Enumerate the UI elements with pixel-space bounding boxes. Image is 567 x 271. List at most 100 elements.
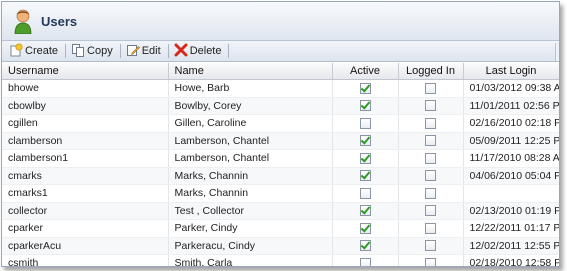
logged-in-checkbox[interactable] [425, 257, 436, 266]
logged-in-cell [398, 167, 464, 185]
name-cell: Howe, Barb [168, 79, 333, 98]
column-header-username[interactable]: Username [2, 63, 169, 80]
toolbar: Create Copy Edit Delete [2, 41, 559, 62]
active-checkbox[interactable] [359, 170, 371, 182]
edit-icon [126, 43, 140, 60]
logged-in-checkbox[interactable] [425, 222, 436, 234]
active-checkbox[interactable] [359, 205, 371, 217]
create-button[interactable]: Create [6, 42, 63, 60]
panel-header: Users [2, 2, 559, 41]
logged-in-checkbox[interactable] [425, 100, 436, 112]
last-login-cell: 02/18/2010 12:58 PM [463, 254, 559, 266]
name-cell: Smith, Carla [168, 254, 333, 266]
active-cell [332, 254, 399, 266]
logged-in-cell [398, 202, 464, 220]
name-cell: Lamberson, Chantel [168, 132, 333, 150]
active-checkbox[interactable] [359, 187, 371, 199]
name-cell: Bowlby, Corey [168, 97, 333, 115]
toolbar-divider [119, 44, 121, 58]
table-row[interactable]: collector Test , Collector 02/13/2010 01:1… [2, 202, 559, 220]
username-cell: csmith [2, 254, 169, 266]
logged-in-checkbox[interactable] [425, 117, 436, 129]
copy-button[interactable]: Copy [68, 42, 118, 60]
table-row[interactable]: csmithSmith, Carla 02/18/2010 12:58 PM [2, 254, 559, 266]
column-header-last-login[interactable]: Last Login [463, 63, 559, 80]
edit-label: Edit [141, 45, 161, 57]
username-cell: collector [2, 202, 169, 220]
column-header-active[interactable]: Active [332, 63, 399, 80]
logged-in-cell [398, 97, 464, 115]
active-checkbox[interactable] [359, 222, 371, 234]
active-checkbox[interactable] [359, 100, 371, 112]
logged-in-checkbox[interactable] [425, 82, 436, 94]
active-checkbox[interactable] [359, 117, 371, 129]
name-cell: Lamberson, Chantel [168, 149, 333, 168]
username-cell: clamberson [2, 132, 169, 150]
logged-in-cell [398, 114, 464, 133]
table-row[interactable]: cbowlby Bowlby, Corey 11/01/2011 02:56 PM [2, 97, 559, 115]
toolbar-divider [65, 44, 67, 58]
copy-label: Copy [87, 45, 113, 57]
last-login-cell: 11/01/2011 02:56 PM [463, 97, 559, 115]
active-cell [332, 219, 399, 238]
last-login-cell: 12/22/2011 01:17 PM [463, 219, 559, 238]
last-login-cell [463, 184, 559, 203]
username-cell: cmarks [2, 167, 169, 185]
edit-button[interactable]: Edit [123, 42, 166, 60]
username-cell: cgillen [2, 114, 169, 133]
logged-in-cell [398, 149, 464, 168]
active-cell [332, 237, 399, 255]
name-cell: Marks, Channin [168, 184, 333, 203]
active-cell [332, 202, 399, 220]
copy-icon [71, 43, 85, 60]
logged-in-checkbox[interactable] [425, 187, 436, 199]
username-cell: bhowe [2, 79, 169, 98]
last-login-cell: 01/03/2012 09:38 AM [463, 79, 559, 98]
table-row[interactable]: cparkerParker, Cindy 12/22/2011 01:17 PM [2, 219, 559, 238]
logged-in-cell [398, 184, 464, 203]
users-grid: Username Name Active Logged In Last Logi… [2, 63, 559, 266]
name-cell: Parkeracu, Cindy [168, 237, 333, 255]
last-login-cell: 05/09/2011 12:25 PM [463, 132, 559, 150]
logged-in-checkbox[interactable] [425, 240, 436, 252]
logged-in-checkbox[interactable] [425, 152, 436, 164]
table-row[interactable]: cmarksMarks, Channin 04/06/2010 05:04 PM [2, 167, 559, 185]
active-checkbox[interactable] [359, 257, 371, 266]
name-cell: Gillen, Caroline [168, 114, 333, 133]
table-row[interactable]: clamberson Lamberson, Chantel 05/09/2011 1… [2, 132, 559, 150]
logged-in-checkbox[interactable] [425, 135, 436, 147]
logged-in-checkbox[interactable] [425, 205, 436, 217]
column-header-name[interactable]: Name [168, 63, 333, 80]
active-cell [332, 114, 399, 133]
table-row[interactable]: cmarks1 Marks, Channin [2, 184, 559, 203]
name-cell: Parker, Cindy [168, 219, 333, 238]
active-checkbox[interactable] [359, 82, 371, 94]
logged-in-cell [398, 254, 464, 266]
active-checkbox[interactable] [359, 152, 371, 164]
table-row[interactable]: clamberson1 Lamberson, Chantel 11/17/2010 … [2, 149, 559, 168]
logged-in-cell [398, 219, 464, 238]
active-checkbox[interactable] [359, 135, 371, 147]
toolbar-divider [167, 44, 169, 58]
column-header-logged-in[interactable]: Logged In [398, 63, 464, 80]
table-row[interactable]: cparkerAcu Parkeracu, Cindy 12/02/2011 12:… [2, 237, 559, 255]
active-cell [332, 132, 399, 150]
table-row[interactable]: bhoweHowe, Barb 01/03/2012 09:38 AM [2, 79, 559, 98]
grid-header-row: Username Name Active Logged In Last Logi… [2, 63, 559, 80]
username-cell: cbowlby [2, 97, 169, 115]
name-cell: Marks, Channin [168, 167, 333, 185]
page-title: Users [41, 13, 78, 29]
table-row[interactable]: cgillen Gillen, Caroline 02/16/2010 02:18 … [2, 114, 559, 133]
last-login-cell: 02/13/2010 01:19 PM [463, 202, 559, 220]
username-cell: clamberson1 [2, 149, 169, 168]
last-login-cell: 02/16/2010 02:18 PM [463, 114, 559, 133]
active-cell [332, 167, 399, 185]
logged-in-cell [398, 237, 464, 255]
user-avatar-icon [12, 8, 34, 35]
delete-button[interactable]: Delete [171, 42, 227, 60]
logged-in-checkbox[interactable] [425, 170, 436, 182]
name-cell: Test , Collector [168, 202, 333, 220]
active-checkbox[interactable] [359, 240, 371, 252]
last-login-cell: 11/17/2010 08:28 AM [463, 149, 559, 168]
last-login-cell: 12/02/2011 12:55 PM [463, 237, 559, 255]
